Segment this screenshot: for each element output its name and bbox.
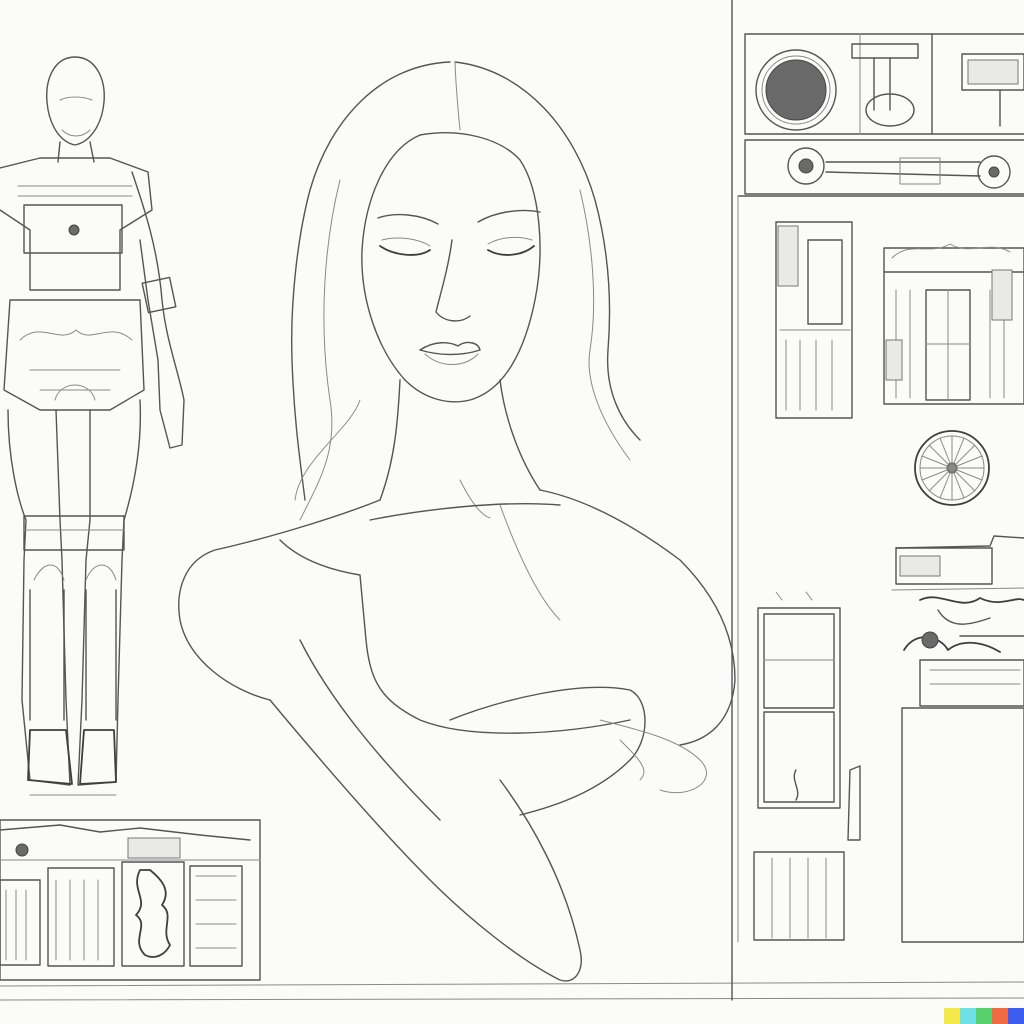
facade-sketches-right (775, 221, 1024, 419)
machine-parts-panel (737, 33, 1024, 197)
machinery-sketches (891, 535, 1024, 943)
mannequin-figure (0, 56, 185, 796)
swatch-green (976, 1008, 992, 1024)
swatch-orange (992, 1008, 1008, 1024)
spoked-wheel (914, 430, 990, 506)
portrait-woman (178, 61, 736, 982)
drawing-canvas (0, 0, 1024, 1001)
swatch-blue (1008, 1008, 1024, 1024)
building-sketch-left (0, 819, 261, 981)
color-swatch-bar (944, 1008, 1024, 1024)
sketch-sheet (0, 0, 1024, 1024)
swatch-cyan (960, 1008, 976, 1024)
swatch-yellow (944, 1008, 960, 1024)
